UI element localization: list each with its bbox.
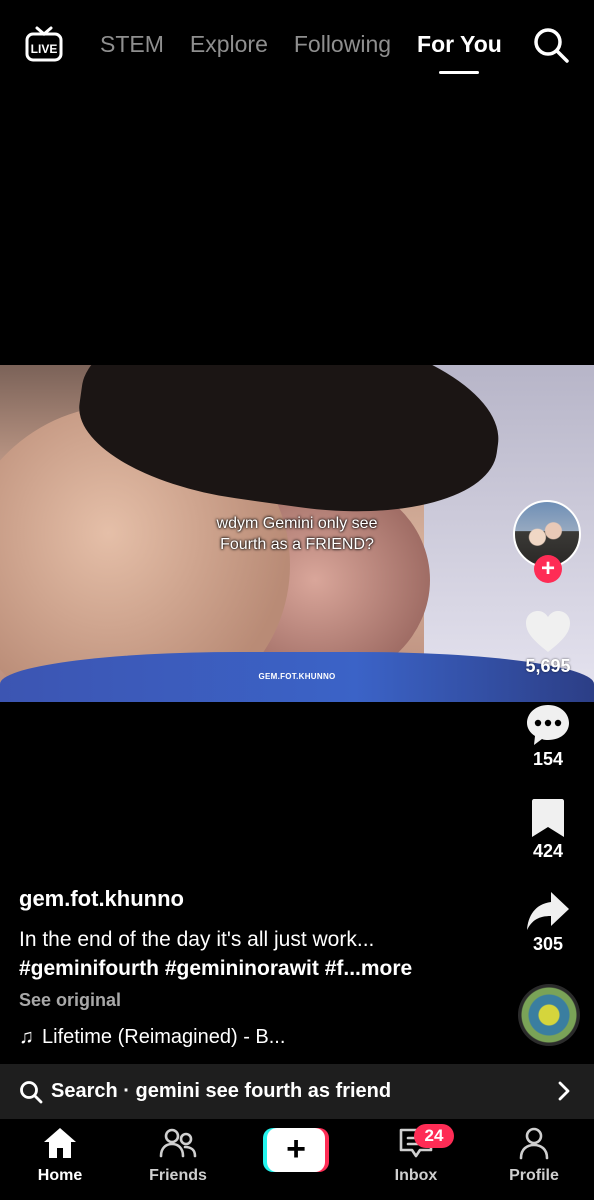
live-label: LIVE [31,42,58,56]
nav-profile[interactable]: Profile [484,1126,584,1185]
video-watermark: GEM.FOT.KHUNNO [258,672,336,681]
search-suggestion-bar[interactable]: Search · gemini see fourth as friend [0,1064,594,1119]
music-link[interactable]: ♫ Lifetime (Reimagined) - B... [19,1026,285,1049]
nav-profile-label: Profile [509,1167,559,1184]
comment-count: 154 [532,749,564,769]
nav-inbox-label: Inbox [394,1167,438,1184]
share-arrow-icon [527,892,569,930]
video-caption-line-2: Fourth as a FRIEND? [220,536,374,553]
inbox-badge: 24 [414,1124,454,1148]
create-button[interactable]: + [263,1128,329,1172]
music-title: Lifetime (Reimagined) - B... [42,1026,286,1048]
nav-friends-label: Friends [149,1167,207,1184]
share-count: 305 [532,934,564,954]
tab-following[interactable]: Following [294,28,391,60]
tab-for-you[interactable]: For You [417,28,502,60]
more-link[interactable]: ...more [343,957,412,980]
nav-home[interactable]: Home [10,1126,110,1185]
chevron-right-icon [558,1081,570,1101]
heart-icon [526,611,570,652]
see-original-link[interactable]: See original [19,990,121,1011]
creator-username[interactable]: gem.fot.khunno [19,886,184,912]
post-description[interactable]: In the end of the day it's all just work… [19,925,489,983]
save-count: 424 [532,841,564,861]
bookmark-icon [532,799,564,837]
video-caption: wdym Gemini only see Fourth as a FRIEND? [0,513,594,555]
like-button[interactable]: 5,695 [510,610,586,677]
share-button[interactable]: 305 [510,890,586,955]
live-icon[interactable]: LIVE [24,24,64,64]
nav-home-label: Home [37,1167,83,1184]
video-player[interactable]: wdym Gemini only see Fourth as a FRIEND?… [0,365,594,702]
like-count: 5,695 [525,656,571,676]
music-note-icon: ♫ [19,1026,34,1048]
tab-explore[interactable]: Explore [190,28,268,60]
music-disc-icon[interactable] [518,984,580,1046]
friends-icon [159,1128,197,1158]
post-description-text: In the end of the day it's all just work… [19,928,375,951]
video-caption-line-1: wdym Gemini only see [216,515,378,532]
search-icon [20,1080,43,1103]
profile-icon [519,1127,549,1160]
plus-icon: + [267,1128,325,1172]
tab-stem[interactable]: STEM [100,28,164,60]
comment-button[interactable]: 154 [510,703,586,770]
nav-friends[interactable]: Friends [128,1126,228,1185]
follow-button[interactable]: + [534,555,562,583]
comment-icon [527,705,569,745]
search-suggestion-text: Search · gemini see fourth as friend [51,1080,392,1102]
post-hashtags[interactable]: #geminifourth #gemininorawit #f [19,957,343,980]
favorite-button[interactable]: 424 [510,797,586,862]
top-nav: LIVE STEM Explore Following For You [0,0,594,90]
search-icon[interactable] [532,26,570,64]
home-icon [44,1128,76,1158]
bottom-nav: Home Friends + Inbox 24 Profile [0,1120,594,1200]
feed-tabs: STEM Explore Following For You [100,28,528,60]
